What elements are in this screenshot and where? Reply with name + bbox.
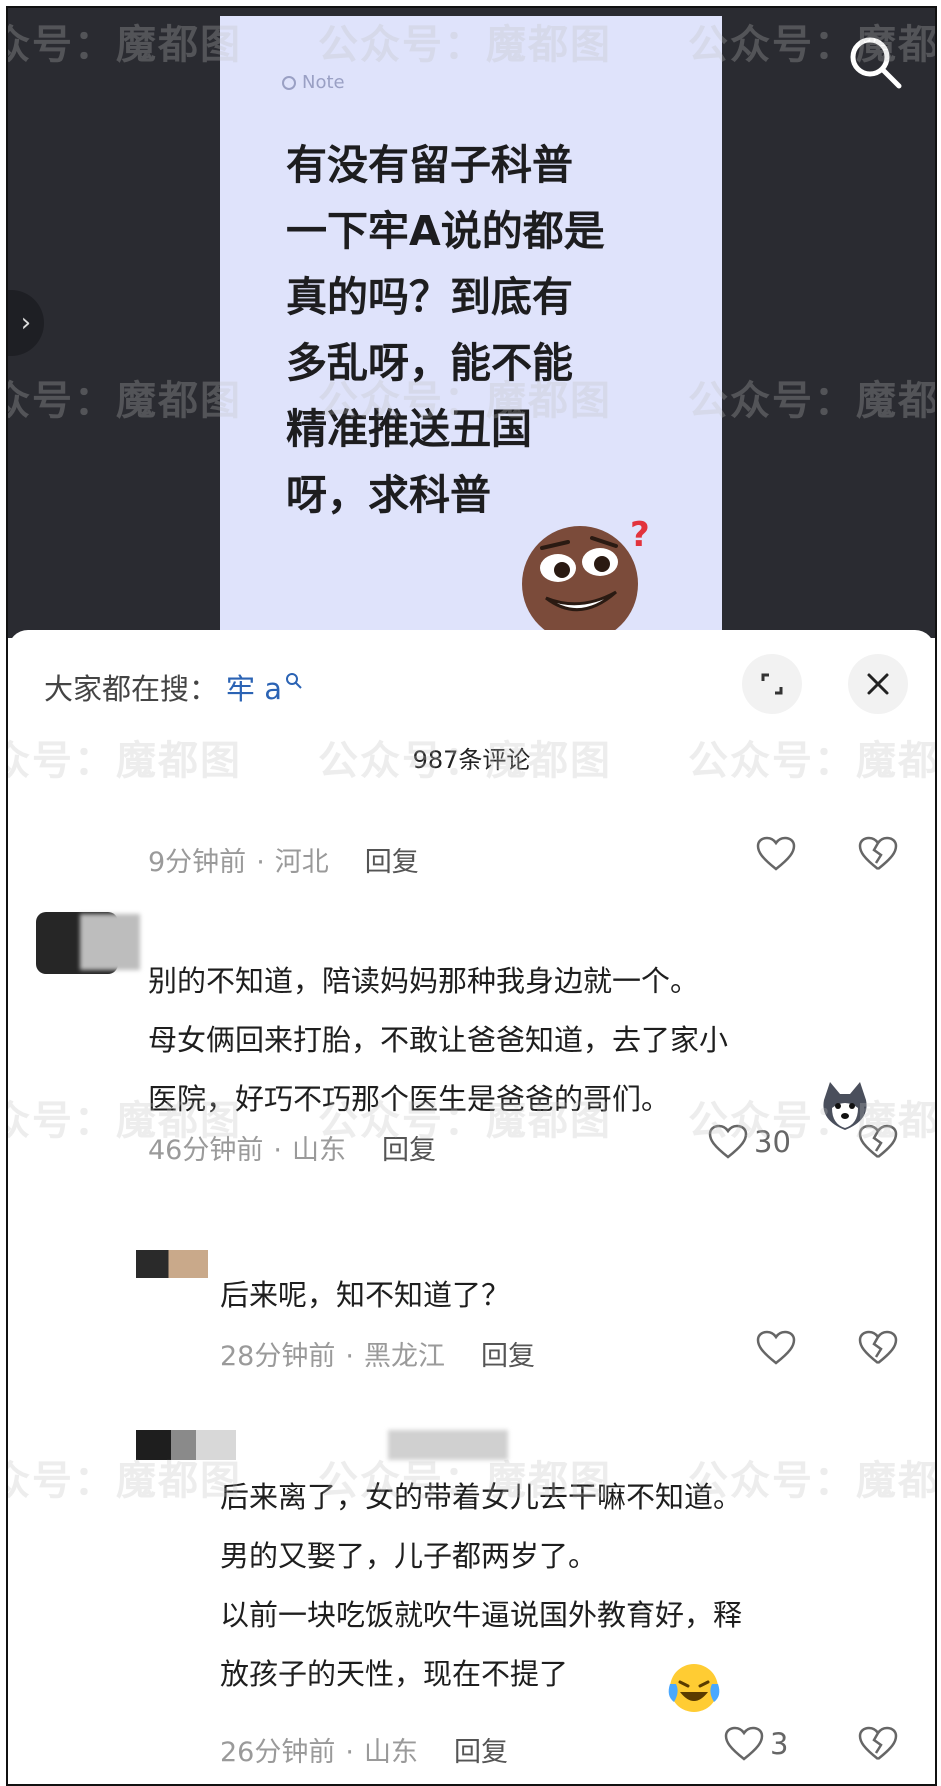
dislike-button[interactable] (858, 1330, 898, 1370)
search-button[interactable] (845, 32, 905, 92)
comment-meta: 46分钟前 · 山东 回复 (148, 1135, 436, 1166)
svg-text:?: ? (630, 515, 650, 555)
note-line: 真的吗？到底有 (286, 273, 573, 321)
trending-search[interactable]: 大家都在搜： 牢 a (44, 666, 304, 708)
reply-button[interactable]: 回复 (365, 847, 419, 878)
avatar[interactable] (136, 1430, 236, 1460)
search-icon (286, 673, 302, 689)
note-line: 有没有留子科普 (286, 141, 573, 189)
broken-heart-icon (858, 836, 898, 870)
like-count: 3 (770, 1727, 789, 1761)
comment-meta: 28分钟前 · 黑龙江 回复 (220, 1341, 535, 1372)
note-line: 多乱呀，能不能 (286, 339, 573, 387)
trending-keyword[interactable]: 牢 a (226, 666, 282, 708)
like-count: 30 (754, 1125, 791, 1159)
comment-text: 后来呢，知不知道了？ (220, 1278, 511, 1312)
app-screen: Note 有没有留子科普 一下牢A说的都是 真的吗？到底有 多乱呀，能不能 精准… (6, 6, 937, 1786)
like-button[interactable]: 3 (724, 1726, 788, 1762)
laughing-crying-emoji-icon (668, 1664, 720, 1712)
comment-meta: 26分钟前 · 山东 回复 (220, 1737, 508, 1768)
like-button[interactable] (756, 836, 796, 872)
reply-button[interactable]: 回复 (382, 1135, 436, 1166)
chevron-right-icon[interactable]: › (8, 290, 44, 356)
comment-text: 别的不知道，陪读妈妈那种我身边就一个。 母女俩回来打胎，不敢让爸爸知道，去了家小… (148, 964, 729, 1116)
comment-count: 987条评论 (412, 746, 531, 774)
dislike-button[interactable] (858, 1726, 898, 1766)
like-button[interactable]: 30 (708, 1124, 791, 1160)
heart-icon (724, 1726, 764, 1761)
comment-text: 后来离了，女的带着女儿去干嘛不知道。 男的又娶了，儿子都两岁了。 以前一块吃饭就… (220, 1480, 743, 1691)
note-line: 精准推送丑国 (286, 405, 532, 453)
broken-heart-icon (858, 1726, 898, 1760)
expand-icon (761, 673, 783, 695)
comment-meta: 9分钟前 · 河北 回复 (148, 847, 419, 878)
confused-face-emoji-icon: ? (522, 515, 650, 642)
heart-icon (708, 1124, 748, 1159)
note-card: Note 有没有留子科普 一下牢A说的都是 真的吗？到底有 多乱呀，能不能 精准… (220, 16, 722, 642)
note-viewer: Note 有没有留子科普 一下牢A说的都是 真的吗？到底有 多乱呀，能不能 精准… (8, 8, 935, 642)
note-text: 有没有留子科普 一下牢A说的都是 真的吗？到底有 多乱呀，能不能 精准推送丑国 … (286, 132, 666, 528)
like-button[interactable] (756, 1330, 796, 1366)
comments-panel: 大家都在搜： 牢 a 987条评论 9分钟前 · 河北 回复 别的不知道，陪读妈… (8, 630, 935, 1784)
heart-icon (756, 836, 796, 871)
close-button[interactable] (848, 654, 908, 714)
avatar[interactable] (136, 1250, 208, 1278)
broken-heart-icon (858, 1330, 898, 1364)
close-icon (867, 673, 889, 695)
heart-icon (756, 1330, 796, 1365)
dislike-button[interactable] (858, 836, 898, 876)
redacted-username (388, 1430, 508, 1460)
circle-icon (282, 75, 296, 90)
search-icon (850, 37, 902, 89)
note-tag: Note (282, 72, 345, 93)
broken-heart-icon (858, 1124, 898, 1158)
note-line: 一下牢A说的都是 (286, 207, 605, 255)
redacted-username (80, 914, 140, 970)
dislike-button[interactable] (858, 1124, 898, 1164)
reply-button[interactable]: 回复 (454, 1737, 508, 1768)
expand-button[interactable] (742, 654, 802, 714)
reply-button[interactable]: 回复 (481, 1341, 535, 1372)
